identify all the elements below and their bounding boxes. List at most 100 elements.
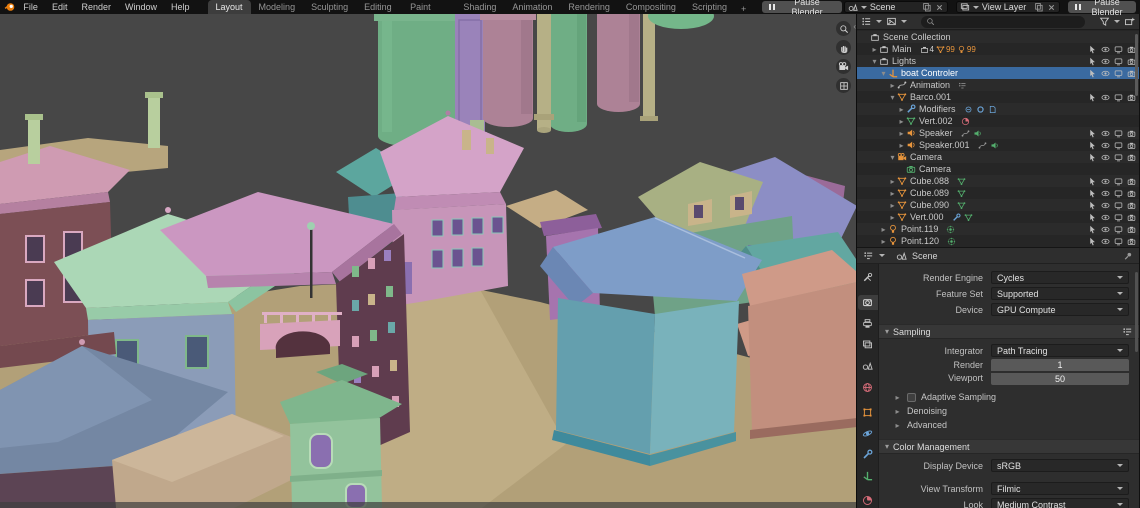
- render-disable-icon[interactable]: [1127, 237, 1136, 246]
- advanced-subpanel[interactable]: Advanced: [879, 418, 1139, 432]
- viewport-samples-field[interactable]: 50: [991, 373, 1129, 385]
- tab-object-data[interactable]: [858, 468, 878, 483]
- hide-eye-icon[interactable]: [1101, 93, 1110, 102]
- close-icon[interactable]: [935, 3, 944, 12]
- tab-shading[interactable]: Shading: [455, 0, 504, 14]
- render-disable-icon[interactable]: [1127, 225, 1136, 234]
- outliner-row-vert-000[interactable]: Vert.000: [857, 211, 1139, 223]
- select-arrow-icon[interactable]: [1088, 153, 1097, 162]
- select-arrow-icon[interactable]: [1088, 45, 1097, 54]
- new-scene-icon[interactable]: [922, 2, 932, 12]
- viewport-disable-icon[interactable]: [1114, 141, 1123, 150]
- tab-uv-editing[interactable]: UV Editing: [356, 0, 402, 14]
- outliner-row-speaker[interactable]: Speaker: [857, 127, 1139, 139]
- outliner-row-point-120[interactable]: Point.120: [857, 235, 1139, 247]
- viewport-disable-icon[interactable]: [1114, 57, 1123, 66]
- disclosure-icon[interactable]: [888, 81, 897, 90]
- hide-eye-icon[interactable]: [1101, 177, 1110, 186]
- viewport-disable-icon[interactable]: [1114, 69, 1123, 78]
- render-samples-field[interactable]: 1: [991, 359, 1129, 371]
- select-arrow-icon[interactable]: [1088, 237, 1097, 246]
- tab-rendering[interactable]: Rendering: [560, 0, 618, 14]
- viewport-disable-icon[interactable]: [1114, 129, 1123, 138]
- hide-eye-icon[interactable]: [1101, 45, 1110, 54]
- close-icon[interactable]: [1047, 3, 1056, 12]
- tab-texture-paint[interactable]: Texture Paint: [402, 0, 455, 14]
- adaptive-sampling-subpanel[interactable]: Adaptive Sampling: [879, 390, 1139, 404]
- properties-editor-type-icon[interactable]: [863, 250, 874, 261]
- outliner-row-point-119[interactable]: Point.119: [857, 223, 1139, 235]
- hide-eye-icon[interactable]: [1101, 189, 1110, 198]
- hide-eye-icon[interactable]: [1101, 141, 1110, 150]
- tab-modifiers[interactable]: [858, 447, 878, 462]
- render-disable-icon[interactable]: [1127, 201, 1136, 210]
- select-arrow-icon[interactable]: [1088, 201, 1097, 210]
- render-disable-icon[interactable]: [1127, 153, 1136, 162]
- feature-set-dropdown[interactable]: Supported: [991, 287, 1129, 300]
- render-disable-icon[interactable]: [1127, 189, 1136, 198]
- view-layer-selector[interactable]: View Layer: [956, 1, 1060, 13]
- tab-render[interactable]: [858, 295, 878, 310]
- disclosure-icon[interactable]: [879, 69, 888, 78]
- disclosure-icon[interactable]: [897, 129, 906, 138]
- select-arrow-icon[interactable]: [1088, 69, 1097, 78]
- denoising-subpanel[interactable]: Denoising: [879, 404, 1139, 418]
- pan-hand-icon[interactable]: [836, 40, 851, 55]
- material-icon[interactable]: [961, 117, 970, 126]
- color-management-panel-header[interactable]: ▾ Color Management: [879, 439, 1139, 454]
- hide-eye-icon[interactable]: [1101, 69, 1110, 78]
- outliner-row-cube-089[interactable]: Cube.089: [857, 187, 1139, 199]
- outliner-row-scene-collection[interactable]: Scene Collection: [857, 31, 1139, 43]
- tab-physics[interactable]: [858, 426, 878, 441]
- properties-scrollbar[interactable]: [1135, 272, 1138, 352]
- hide-eye-icon[interactable]: [1101, 225, 1110, 234]
- disclosure-icon[interactable]: [870, 57, 879, 66]
- outliner-row-speaker-001[interactable]: Speaker.001: [857, 139, 1139, 151]
- outliner-editor-type-icon[interactable]: [861, 16, 872, 27]
- tab-tool[interactable]: [858, 270, 878, 285]
- select-arrow-icon[interactable]: [1088, 213, 1097, 222]
- menu-edit[interactable]: Edit: [46, 0, 74, 14]
- display-mode-icon[interactable]: [886, 16, 897, 27]
- pin-icon[interactable]: [1123, 251, 1133, 261]
- viewport-disable-icon[interactable]: [1114, 93, 1123, 102]
- hide-eye-icon[interactable]: [1101, 153, 1110, 162]
- disclosure-icon[interactable]: [897, 117, 906, 126]
- tab-layout[interactable]: Layout: [208, 0, 251, 14]
- viewport-disable-icon[interactable]: [1114, 213, 1123, 222]
- tab-view-layer[interactable]: [858, 337, 878, 352]
- viewport-disable-icon[interactable]: [1114, 237, 1123, 246]
- new-view-layer-icon[interactable]: [1034, 2, 1044, 12]
- outliner-row-cube-090[interactable]: Cube.090: [857, 199, 1139, 211]
- disclosure-icon[interactable]: [879, 237, 888, 246]
- tab-texture[interactable]: [858, 493, 878, 508]
- tab-world[interactable]: [858, 379, 878, 394]
- viewport-disable-icon[interactable]: [1114, 225, 1123, 234]
- tab-output[interactable]: [858, 316, 878, 331]
- hide-eye-icon[interactable]: [1101, 57, 1110, 66]
- tab-modeling[interactable]: Modeling: [251, 0, 304, 14]
- outliner-row-camera-data[interactable]: Camera: [857, 163, 1139, 175]
- outliner-row-boat-controler[interactable]: boat Controler: [857, 67, 1139, 79]
- disclosure-icon[interactable]: [888, 201, 897, 210]
- tab-compositing[interactable]: Compositing: [618, 0, 684, 14]
- pause-blender-button-2[interactable]: Pause Blender: [1068, 1, 1136, 13]
- hide-eye-icon[interactable]: [1101, 201, 1110, 210]
- hide-eye-icon[interactable]: [1101, 237, 1110, 246]
- tab-scene[interactable]: [858, 358, 878, 373]
- disclosure-icon[interactable]: [897, 105, 906, 114]
- viewport-disable-icon[interactable]: [1114, 201, 1123, 210]
- outliner-row-cube-088[interactable]: Cube.088: [857, 175, 1139, 187]
- outliner-row-main[interactable]: Main 4 99 99: [857, 43, 1139, 55]
- disclosure-icon[interactable]: [888, 93, 897, 102]
- menu-file[interactable]: File: [17, 0, 44, 14]
- hide-eye-icon[interactable]: [1101, 129, 1110, 138]
- device-dropdown[interactable]: GPU Compute: [991, 303, 1129, 316]
- camera-view-icon[interactable]: [836, 59, 851, 74]
- render-engine-dropdown[interactable]: Cycles: [991, 271, 1129, 284]
- outliner-row-barco-001[interactable]: Barco.001: [857, 91, 1139, 103]
- outliner-row-lights[interactable]: Lights: [857, 55, 1139, 67]
- select-arrow-icon[interactable]: [1088, 189, 1097, 198]
- disclosure-icon[interactable]: [888, 177, 897, 186]
- view-transform-dropdown[interactable]: Filmic: [991, 482, 1129, 495]
